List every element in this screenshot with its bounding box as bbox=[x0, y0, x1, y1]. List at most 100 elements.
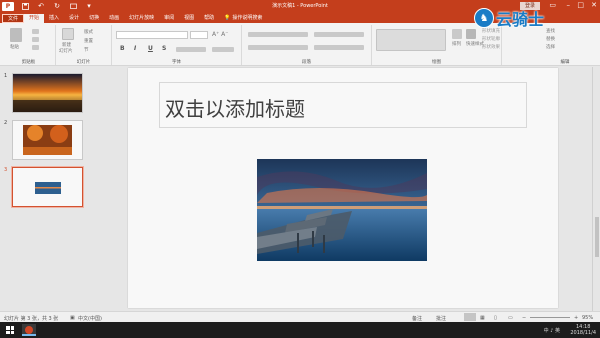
tell-me-search[interactable]: 💡 操作说明搜索 bbox=[219, 14, 267, 23]
select-button[interactable]: 选择 bbox=[546, 44, 555, 50]
find-button[interactable]: 查找 bbox=[546, 28, 555, 34]
slide-thumbnail-3[interactable] bbox=[11, 166, 84, 208]
drawing-group: 排列 快速样式 形状填充 形状轮廓 形状效果 绘图 bbox=[372, 25, 502, 65]
current-slide[interactable]: 双击以添加标题 bbox=[128, 68, 558, 308]
text-direction-icon[interactable] bbox=[314, 32, 364, 37]
powerpoint-app-icon bbox=[25, 326, 33, 334]
language-status[interactable]: 中文(中国) bbox=[78, 315, 102, 322]
font-group: A⁺ A⁻ B I U S 字体 bbox=[112, 25, 242, 65]
tab-home[interactable]: 开始 bbox=[24, 14, 45, 23]
clipboard-group-label: 剪贴板 bbox=[21, 60, 36, 65]
zoom-slider[interactable] bbox=[530, 317, 570, 318]
italic-button[interactable]: I bbox=[134, 45, 136, 52]
title-placeholder-text: 双击以添加标题 bbox=[165, 97, 305, 121]
maximize-icon[interactable]: □ bbox=[577, 1, 584, 9]
slide-thumbnail-pane: 1 2 3 bbox=[0, 67, 90, 311]
alignment-icon[interactable] bbox=[248, 45, 308, 50]
scrollbar-thumb[interactable] bbox=[595, 217, 599, 257]
reset-button[interactable]: 重置 bbox=[84, 38, 93, 44]
replace-button[interactable]: 替换 bbox=[546, 36, 555, 42]
font-color-icon[interactable] bbox=[212, 47, 234, 52]
paste-icon[interactable] bbox=[10, 28, 22, 42]
char-spacing-icon[interactable] bbox=[176, 47, 206, 52]
zoom-in-icon[interactable]: + bbox=[574, 315, 578, 321]
tab-review[interactable]: 审阅 bbox=[159, 14, 179, 23]
paste-label: 粘贴 bbox=[10, 45, 19, 50]
layout-button[interactable]: 版式 bbox=[84, 29, 93, 35]
tab-help[interactable]: 帮助 bbox=[199, 14, 219, 23]
arrange-label: 排列 bbox=[452, 42, 461, 47]
normal-view-icon[interactable] bbox=[464, 313, 476, 321]
comments-button[interactable]: 批注 bbox=[436, 315, 446, 322]
clipboard-group: 粘贴 剪贴板 bbox=[2, 25, 56, 65]
zoom-out-icon[interactable]: − bbox=[522, 315, 526, 321]
slide-sorter-icon[interactable]: ▦ bbox=[480, 315, 485, 321]
slide-thumbnail-1[interactable] bbox=[12, 73, 83, 113]
underline-button[interactable]: U bbox=[148, 45, 153, 52]
close-icon[interactable]: ✕ bbox=[591, 1, 597, 9]
slide-count-status: 幻灯片 第 3 张，共 3 张 bbox=[4, 316, 59, 322]
status-bar: 幻灯片 第 3 张，共 3 张 ▣ 中文(中国) 备注 批注 ▦ ▯ ▭ − +… bbox=[0, 311, 600, 322]
editing-group-label: 编辑 bbox=[560, 60, 570, 65]
paragraph-group-label: 段落 bbox=[302, 60, 311, 65]
tell-me-label: 操作说明搜索 bbox=[232, 15, 263, 21]
tab-slideshow[interactable]: 幻灯片放映 bbox=[124, 14, 159, 23]
arrange-icon[interactable] bbox=[452, 29, 462, 39]
editing-group: 查找 替换 选择 编辑 bbox=[540, 25, 590, 65]
title-placeholder[interactable]: 双击以添加标题 bbox=[159, 82, 527, 128]
windows-start-icon[interactable] bbox=[6, 326, 14, 334]
system-tray[interactable]: 中 ♪ 英 bbox=[544, 327, 560, 334]
shapes-gallery[interactable] bbox=[376, 29, 446, 51]
new-slide-icon[interactable] bbox=[62, 28, 74, 40]
tab-design[interactable]: 设计 bbox=[64, 14, 84, 23]
slides-group-label: 幻灯片 bbox=[76, 60, 91, 65]
reading-view-icon[interactable]: ▯ bbox=[494, 315, 497, 321]
autumn-thumbnail-image bbox=[13, 121, 82, 159]
tab-view[interactable]: 视图 bbox=[179, 14, 199, 23]
thumbnail-number: 3 bbox=[4, 167, 8, 173]
new-slide-label-line2: 幻灯片 bbox=[59, 49, 73, 54]
sunset-thumbnail-image bbox=[13, 74, 82, 112]
tab-transitions[interactable]: 切换 bbox=[84, 14, 104, 23]
font-size-box[interactable] bbox=[190, 31, 208, 39]
bold-button[interactable]: B bbox=[120, 45, 125, 52]
slide-editing-area: 双击以添加标题 bbox=[91, 67, 591, 311]
zoom-level[interactable]: 95% bbox=[582, 315, 593, 321]
knight-logo-icon: ♞ bbox=[474, 8, 494, 28]
columns-icon[interactable] bbox=[314, 45, 364, 50]
quick-styles-icon[interactable] bbox=[466, 29, 476, 39]
thumbnail-number: 2 bbox=[4, 120, 8, 126]
copy-icon[interactable] bbox=[32, 37, 39, 42]
tab-insert[interactable]: 插入 bbox=[44, 14, 64, 23]
ribbon-display-options-icon[interactable]: ▭ bbox=[549, 1, 556, 9]
pier-sunset-picture[interactable] bbox=[257, 159, 427, 261]
clock-date: 2018/11/4 bbox=[570, 330, 596, 336]
notes-button[interactable]: 备注 bbox=[412, 315, 422, 322]
font-grow-icon[interactable]: A⁺ A⁻ bbox=[212, 31, 228, 38]
spellcheck-icon[interactable]: ▣ bbox=[70, 315, 75, 321]
shape-outline-button[interactable]: 形状轮廓 bbox=[482, 36, 500, 42]
vertical-scrollbar[interactable] bbox=[592, 67, 600, 311]
slide-thumbnail-2[interactable] bbox=[12, 120, 83, 160]
windows-taskbar: 中 ♪ 英 14:18 2018/11/4 bbox=[0, 322, 600, 338]
section-button[interactable]: 节 bbox=[84, 47, 89, 53]
taskbar-powerpoint-button[interactable] bbox=[22, 324, 36, 336]
font-group-label: 字体 bbox=[172, 60, 181, 65]
yunqishi-watermark: ♞ 云骑士 bbox=[474, 6, 544, 30]
cut-icon[interactable] bbox=[32, 29, 39, 34]
slideshow-view-icon[interactable]: ▭ bbox=[508, 315, 513, 321]
format-painter-icon[interactable] bbox=[32, 45, 39, 50]
list-buttons-icon[interactable] bbox=[248, 32, 308, 37]
tab-file[interactable]: 文件 bbox=[2, 14, 25, 23]
pier-sunset-image bbox=[257, 159, 427, 261]
lightbulb-icon: 💡 bbox=[224, 15, 231, 21]
minimize-icon[interactable]: – bbox=[567, 1, 571, 9]
slides-group: 新建 幻灯片 版式 重置 节 幻灯片 bbox=[56, 25, 112, 65]
font-name-box[interactable] bbox=[116, 31, 188, 39]
shape-effects-button[interactable]: 形状效果 bbox=[482, 44, 500, 50]
pier-thumbnail-image bbox=[13, 168, 82, 206]
clock[interactable]: 14:18 2018/11/4 bbox=[570, 324, 596, 336]
shadow-button[interactable]: S bbox=[162, 45, 166, 52]
tab-animations[interactable]: 动画 bbox=[104, 14, 124, 23]
thumbnail-number: 1 bbox=[4, 73, 8, 79]
